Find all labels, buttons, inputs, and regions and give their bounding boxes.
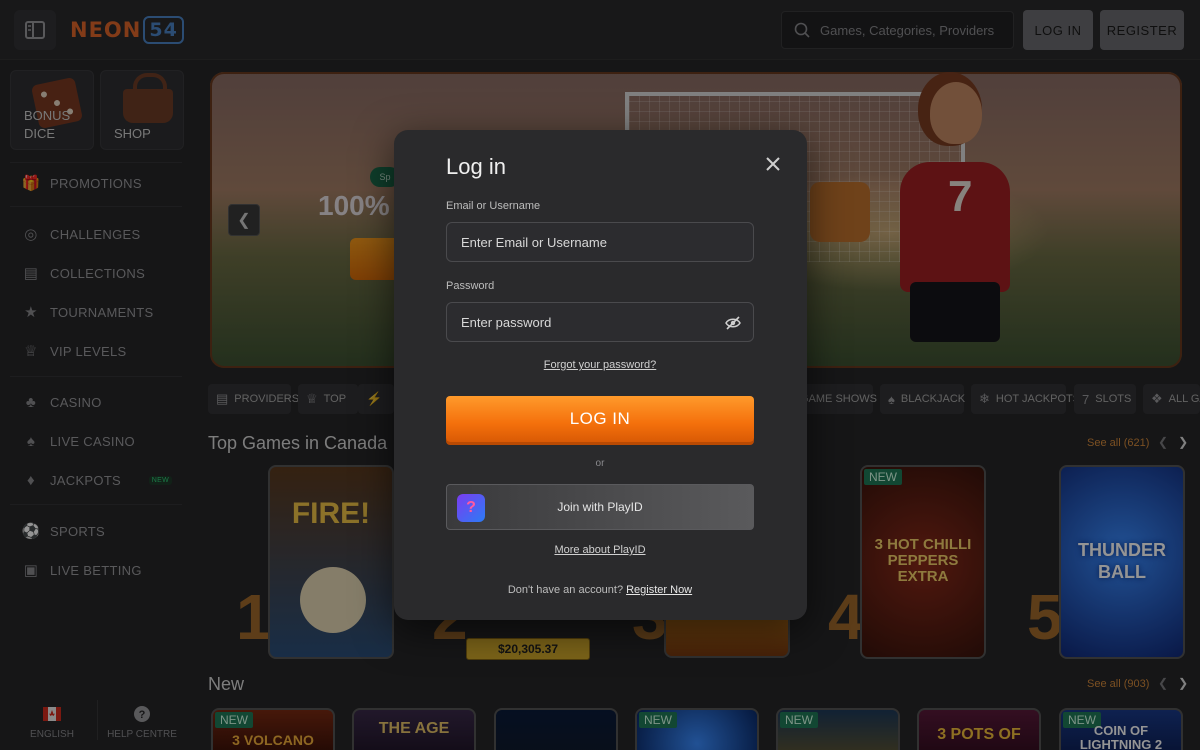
password-field[interactable]: Enter password	[446, 302, 754, 342]
register-now-link[interactable]: Register Now	[626, 584, 692, 596]
login-modal: Log in Email or Username Enter Email or …	[394, 130, 807, 620]
password-label: Password	[446, 280, 495, 292]
email-field[interactable]: Enter Email or Username	[446, 222, 754, 262]
more-about-playid-link[interactable]: More about PlayID	[446, 544, 754, 556]
close-icon[interactable]	[765, 156, 781, 172]
no-account-text: Don't have an account? Register Now	[507, 584, 693, 596]
email-label: Email or Username	[446, 200, 541, 212]
join-playid-button[interactable]: ? Join with PlayID	[446, 484, 754, 530]
eye-off-icon[interactable]	[725, 315, 741, 331]
modal-title: Log in	[446, 154, 506, 179]
login-submit-button[interactable]: LOG IN	[446, 396, 754, 442]
playid-label: Join with PlayID	[557, 500, 643, 514]
app-root: NEON 54 Games, Categories, Providers LOG…	[0, 0, 1200, 750]
or-divider: or	[595, 458, 605, 469]
email-placeholder: Enter Email or Username	[461, 234, 607, 250]
playid-icon: ?	[457, 494, 485, 522]
password-placeholder: Enter password	[461, 314, 552, 330]
forgot-password-link[interactable]: Forgot your password?	[446, 359, 754, 371]
